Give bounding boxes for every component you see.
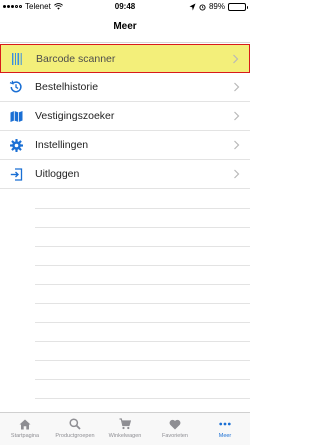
logout-icon (9, 167, 23, 181)
chevron-right-icon (234, 140, 240, 150)
location-arrow-icon (189, 3, 196, 10)
menu-list: Barcode scanner Bestelhistorie Vestiging… (0, 44, 250, 189)
search-icon (69, 418, 81, 430)
chevron-right-icon (233, 54, 239, 64)
tab-productgroepen[interactable]: Productgroepen (50, 413, 100, 445)
alarm-icon (199, 3, 206, 11)
heart-icon (169, 418, 181, 430)
tab-startpagina[interactable]: Startpagina (0, 413, 50, 445)
home-icon (19, 418, 31, 430)
menu-item-instellingen[interactable]: Instellingen (0, 131, 250, 160)
tab-label: Startpagina (10, 433, 40, 439)
tab-label: Favorieten (162, 433, 188, 439)
tab-label: Productgroepen (55, 433, 95, 439)
menu-item-label: Barcode scanner (36, 53, 116, 65)
tab-label: Meer (218, 433, 232, 439)
tab-favorieten[interactable]: Favorieten (150, 413, 200, 445)
history-icon (9, 80, 23, 94)
barcode-icon (10, 52, 24, 66)
chevron-right-icon (234, 111, 240, 121)
menu-item-label: Instellingen (35, 139, 89, 151)
menu-item-uitloggen[interactable]: Uitloggen (0, 160, 250, 189)
battery-icon (228, 2, 248, 11)
menu-item-vestigingszoeker[interactable]: Vestigingszoeker (0, 102, 250, 131)
tab-label: Winkelwagen (108, 433, 142, 439)
menu-item-label: Vestigingszoeker (35, 110, 115, 122)
map-icon (9, 109, 23, 123)
tab-winkelwagen[interactable]: Winkelwagen (100, 413, 150, 445)
chevron-right-icon (234, 82, 240, 92)
more-icon (219, 418, 231, 430)
menu-item-barcode-scanner[interactable]: Barcode scanner (0, 44, 250, 73)
tab-meer[interactable]: Meer (200, 413, 250, 445)
chevron-right-icon (234, 169, 240, 179)
gear-icon (9, 138, 23, 152)
menu-item-label: Bestelhistorie (35, 81, 99, 93)
status-right: 89% (189, 2, 248, 11)
menu-item-bestelhistorie[interactable]: Bestelhistorie (0, 73, 250, 102)
menu-item-label: Uitloggen (35, 168, 80, 180)
empty-list-rows (35, 190, 250, 399)
page-title: Meer (113, 21, 137, 32)
cart-icon (119, 418, 131, 430)
navigation-bar: Meer (0, 14, 250, 43)
screen: Telenet 09:48 89% Meer Barcode scanner B… (0, 0, 250, 445)
battery-percent: 89% (208, 2, 225, 11)
tab-bar: Startpagina Productgroepen Winkelwagen F… (0, 412, 250, 445)
status-bar: Telenet 09:48 89% (0, 0, 250, 14)
